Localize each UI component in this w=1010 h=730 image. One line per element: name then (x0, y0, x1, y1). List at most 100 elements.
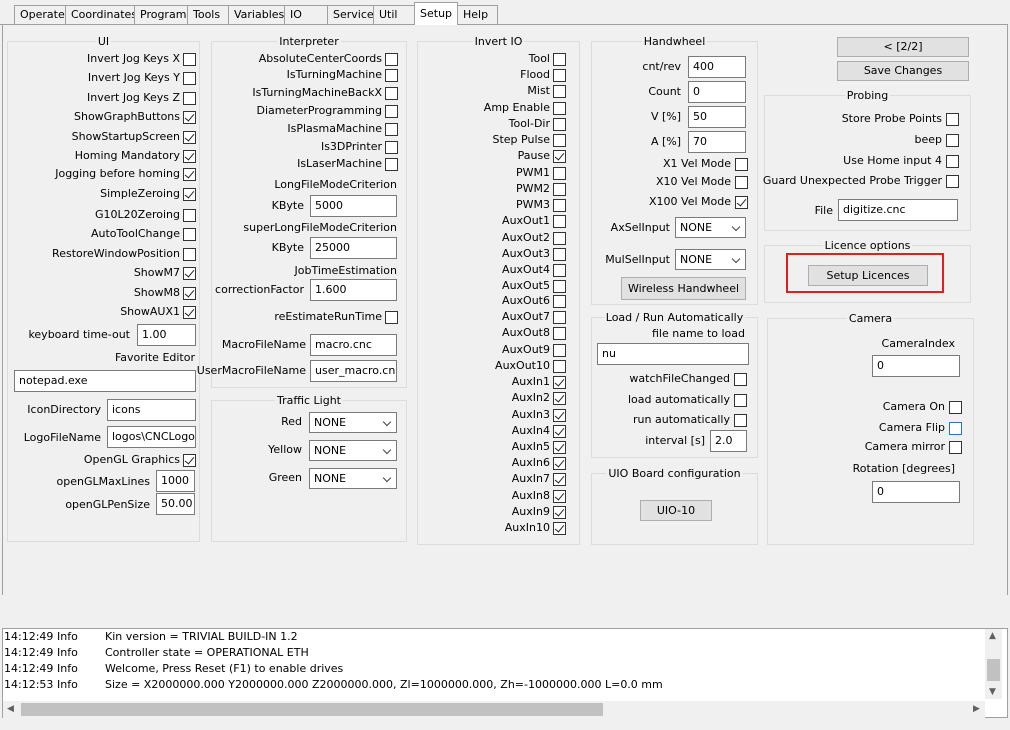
probing-checkbox-beep[interactable] (946, 134, 959, 147)
axsel-input-label: AxSelInput (610, 221, 670, 234)
camera-rotation-input[interactable]: 0 (872, 481, 960, 503)
camera-index-input[interactable]: 0 (872, 355, 960, 377)
probing-checkbox-store-probe-points[interactable] (946, 113, 959, 126)
io-label-auxout5: AuxOut5 (502, 279, 550, 292)
tab-io[interactable]: IO (284, 5, 328, 25)
tab-variables[interactable]: Variables (228, 5, 285, 25)
horizontal-scroll-thumb[interactable] (21, 703, 603, 716)
probing-checkbox-use-home-input-4[interactable] (946, 155, 959, 168)
traffic-label-green: Green (268, 471, 302, 484)
log-vertical-scrollbar[interactable]: ▲ ▼ (985, 629, 1002, 699)
tab-setup[interactable]: Setup (414, 2, 458, 25)
handwheel-input-cnt-rev[interactable]: 400 (688, 56, 746, 78)
superlongfile-kbyte-label: KByte (271, 241, 304, 254)
chevron-down-icon (731, 222, 741, 232)
load-run-title: Load / Run Automatically (603, 311, 746, 324)
log-level: Info (57, 662, 78, 675)
camera-checkbox-camera-on[interactable] (949, 401, 962, 414)
log-row: 14:12:49 Info Kin version = TRIVIAL BUILD-… (3, 629, 983, 645)
log-message: Welcome, Press Reset (F1) to enable driv… (105, 662, 344, 675)
io-label-auxin6: AuxIn6 (511, 456, 550, 469)
handwheel-mode-label-x10-vel-mode: X10 Vel Mode (656, 175, 731, 188)
handwheel-mode-label-x1-vel-mode: X1 Vel Mode (663, 157, 731, 170)
camera-title: Camera (846, 312, 895, 325)
probing-checkbox-guard-unexpected-probe-trigger[interactable] (946, 175, 959, 188)
log-message: Kin version = TRIVIAL BUILD-IN 1.2 (105, 630, 298, 643)
opengl-pensize-input[interactable]: 50.00 (156, 493, 195, 515)
handwheel-label-v: V [%] (650, 110, 681, 123)
io-label-auxin9: AuxIn9 (511, 505, 550, 518)
wireless-handwheel-button[interactable]: Wireless Handwheel (621, 277, 746, 300)
io-checkbox-auxout9[interactable] (553, 344, 566, 357)
vertical-scroll-thumb[interactable] (987, 659, 1000, 681)
io-label-auxin8: AuxIn8 (511, 489, 550, 502)
handwheel-input-count[interactable]: 0 (688, 81, 746, 103)
mulsel-input-select[interactable]: NONE (675, 249, 746, 270)
handwheel-label-count: Count (648, 85, 681, 98)
camera-checkbox-camera-mirror[interactable] (949, 441, 962, 454)
io-label-auxin10: AuxIn10 (504, 521, 550, 534)
io-checkbox-auxin8[interactable] (553, 490, 566, 503)
tab-util[interactable]: Util (373, 5, 415, 25)
tab-coordinates[interactable]: Coordinates (65, 5, 135, 25)
scroll-left-icon[interactable]: ◀ (7, 704, 14, 714)
highlight-box (786, 253, 944, 293)
splitter[interactable] (0, 595, 1010, 628)
camera-label-camera-flip: Camera Flip (878, 421, 945, 434)
ui-label-showm7: ShowM7 (133, 266, 180, 279)
log-row: 14:12:53 Info Size = X2000000.000 Y2000000… (3, 677, 983, 693)
io-label-auxout9: AuxOut9 (502, 343, 550, 356)
io-label-auxout10: AuxOut10 (495, 359, 550, 372)
page-nav-button[interactable]: < [2/2] (837, 37, 969, 57)
probing-label-guard-unexpected-probe-trigger: Guard Unexpected Probe Trigger (762, 174, 942, 187)
macro-file-label: MacroFileName (221, 338, 306, 351)
axsel-input-select-value: NONE (680, 221, 713, 234)
scroll-up-icon[interactable]: ▲ (989, 631, 996, 641)
chevron-down-icon (731, 254, 741, 264)
invert-io-title: Invert IO (472, 35, 525, 48)
longfile-kbyte-label: KByte (271, 199, 304, 212)
tab-service[interactable]: Service (327, 5, 374, 25)
tab-tools[interactable]: Tools (187, 5, 229, 25)
load-run-checkbox-watchfilechanged[interactable] (734, 373, 747, 386)
tab-help[interactable]: Help (457, 5, 498, 25)
tab-program[interactable]: Program (134, 5, 188, 25)
opengl-pensize-label: openGLPenSize (65, 498, 150, 511)
log-time: 14:12:49 (4, 662, 54, 675)
log-message: Controller state = OPERATIONAL ETH (105, 646, 309, 659)
probing-label-store-probe-points: Store Probe Points (841, 112, 942, 125)
camera-checkbox-camera-flip[interactable] (949, 422, 962, 435)
camera-label-camera-mirror: Camera mirror (864, 440, 945, 453)
camera-index-label: CameraIndex (881, 337, 955, 350)
load-run-label-run-automatically: run automatically (633, 413, 730, 426)
scroll-right-icon[interactable]: ▶ (973, 704, 980, 714)
probe-file-input[interactable]: digitize.cnc (838, 199, 958, 221)
io-checkbox-auxin7[interactable] (553, 473, 566, 486)
io-checkbox-auxin6[interactable] (553, 457, 566, 470)
log-row: 14:12:49 Info Controller state = OPERATION… (3, 645, 983, 661)
log-level: Info (57, 678, 78, 691)
io-checkbox-auxin10[interactable] (553, 522, 566, 535)
traffic-label-red: Red (281, 415, 302, 428)
handwheel-label-cnt-rev: cnt/rev (642, 60, 681, 73)
probe-file-label: File (814, 204, 833, 217)
uio-title: UIO Board configuration (606, 467, 743, 480)
scroll-down-icon[interactable]: ▼ (989, 687, 996, 697)
tab-operate[interactable]: Operate (14, 5, 66, 25)
io-checkbox-auxout5[interactable] (553, 280, 566, 293)
interpreter-group-title: Interpreter (277, 35, 341, 48)
log-level: Info (57, 630, 78, 643)
log-horizontal-scrollbar[interactable]: ◀ ▶ (3, 701, 985, 718)
mulsel-input-select-value: NONE (680, 253, 713, 266)
handwheel-label-a: A [%] (650, 135, 681, 148)
uio-10-button[interactable]: UIO-10 (640, 500, 712, 521)
log-time: 14:12:49 (4, 630, 54, 643)
axsel-input-select[interactable]: NONE (675, 217, 746, 238)
io-checkbox-auxout7[interactable] (553, 311, 566, 324)
save-changes-button[interactable]: Save Changes (837, 61, 969, 81)
file-name-to-load-label: file name to load (652, 327, 745, 340)
io-checkbox-auxout6[interactable] (553, 295, 566, 308)
camera-label-camera-on: Camera On (882, 400, 945, 413)
log-message: Size = X2000000.000 Y2000000.000 Z200000… (105, 678, 663, 691)
io-checkbox-auxin9[interactable] (553, 506, 566, 519)
